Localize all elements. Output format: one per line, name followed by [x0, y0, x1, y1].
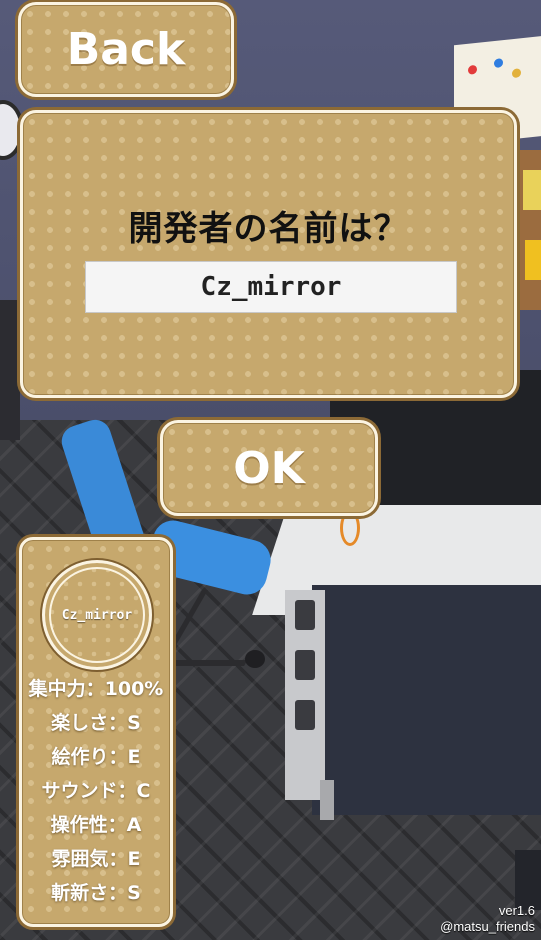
desk-leg: [515, 850, 541, 910]
desk-front: [312, 585, 541, 815]
chair-wheel: [245, 650, 265, 668]
pin-icon: [468, 64, 477, 75]
stat-controls: 操作性：A: [50, 814, 142, 836]
drawer-handle: [295, 650, 315, 680]
sticky-note: [525, 240, 541, 280]
pin-icon: [494, 58, 503, 69]
desk-leg: [320, 780, 334, 820]
desk-drawer: [285, 590, 325, 800]
stat-graphics: 絵作り：E: [51, 746, 141, 768]
avatar: Cz_mirror: [42, 560, 152, 670]
back-button-label: Back: [66, 24, 186, 75]
developer-stats-panel: Cz_mirror 集中力：100% 楽しさ：S 絵作り：E サウンド：C 操作…: [19, 537, 173, 927]
version-text: ver1.6: [498, 903, 535, 918]
sticky-note: [523, 170, 541, 210]
stat-focus: 集中力：100%: [28, 678, 164, 700]
wall-corner: [0, 300, 20, 440]
dialog-title: 開発者の名前は？: [128, 209, 409, 249]
cork-board: [515, 150, 541, 310]
drawer-handle: [295, 700, 315, 730]
ok-button-label: OK: [233, 442, 305, 494]
stat-sound: サウンド：C: [41, 780, 151, 802]
developer-name-input[interactable]: [85, 261, 457, 313]
stat-list: 集中力：100% 楽しさ：S 絵作り：E サウンド：C 操作性：A 雰囲気：E …: [22, 672, 170, 910]
credit-text: @matsu_friends: [440, 919, 535, 934]
drawer-handle: [295, 600, 315, 630]
stat-novelty: 斬新さ：S: [51, 882, 141, 904]
stat-atmosphere: 雰囲気：E: [51, 848, 141, 870]
developer-name-dialog: 開発者の名前は？: [20, 110, 517, 398]
avatar-name: Cz_mirror: [61, 607, 133, 623]
ok-button[interactable]: OK: [160, 420, 378, 516]
pin-icon: [512, 68, 521, 79]
stat-fun: 楽しさ：S: [51, 712, 141, 734]
back-button[interactable]: Back: [18, 2, 234, 97]
version-info: ver1.6 @matsu_friends: [440, 903, 535, 935]
